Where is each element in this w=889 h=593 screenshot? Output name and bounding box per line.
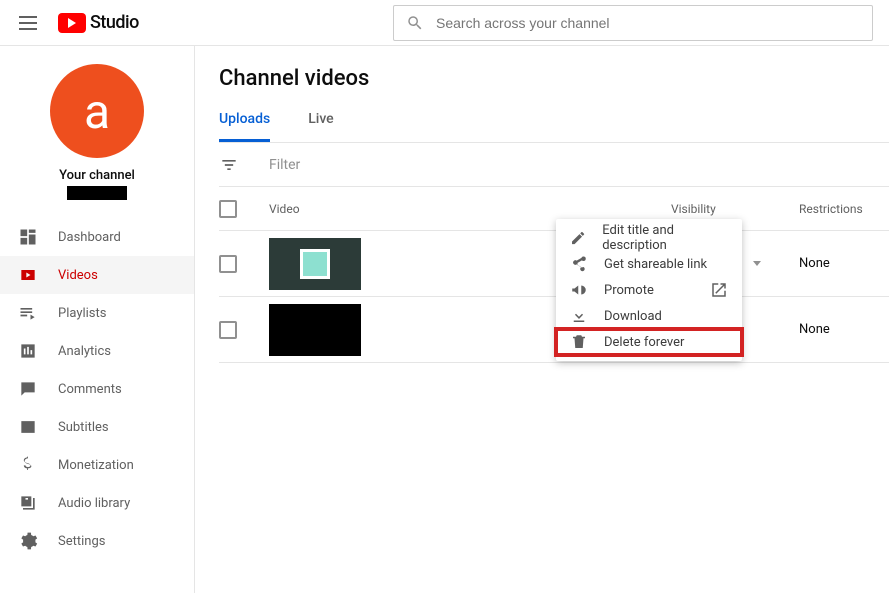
your-channel-label: Your channel xyxy=(59,168,135,183)
search-icon xyxy=(406,14,424,32)
column-visibility: Visibility xyxy=(671,202,799,216)
pencil-icon xyxy=(570,229,586,247)
logo-text: Studio xyxy=(90,12,139,33)
external-link-icon xyxy=(710,281,728,299)
menu-delete-forever[interactable]: Delete forever xyxy=(556,329,742,355)
dollar-icon xyxy=(18,455,38,475)
youtube-icon xyxy=(58,13,86,33)
video-context-menu: Edit title and description Get shareable… xyxy=(556,219,742,361)
nav-analytics[interactable]: Analytics xyxy=(0,332,194,370)
nav-audio-library[interactable]: Audio library xyxy=(0,484,194,522)
row-checkbox[interactable] xyxy=(219,321,237,339)
menu-toggle[interactable] xyxy=(16,11,40,35)
playlists-icon xyxy=(18,303,38,323)
nav-playlists[interactable]: Playlists xyxy=(0,294,194,332)
menu-edit-title[interactable]: Edit title and description xyxy=(556,225,742,251)
tab-uploads[interactable]: Uploads xyxy=(219,111,270,142)
menu-promote[interactable]: Promote xyxy=(556,277,742,303)
nav-videos[interactable]: Videos xyxy=(0,256,194,294)
gear-icon xyxy=(18,531,38,551)
video-thumbnail[interactable] xyxy=(269,304,361,356)
nav-subtitles[interactable]: Subtitles xyxy=(0,408,194,446)
restrictions-value: None xyxy=(799,322,889,337)
video-row[interactable]: Public None xyxy=(219,231,889,297)
visibility-dropdown-icon[interactable] xyxy=(753,261,761,266)
comments-icon xyxy=(18,379,38,399)
filter-icon[interactable] xyxy=(219,155,239,175)
dashboard-icon xyxy=(18,227,38,247)
menu-shareable-link[interactable]: Get shareable link xyxy=(556,251,742,277)
page-title: Channel videos xyxy=(219,66,889,91)
videos-icon xyxy=(18,265,38,285)
download-icon xyxy=(570,307,588,325)
audio-library-icon xyxy=(18,493,38,513)
filter-label[interactable]: Filter xyxy=(269,157,300,173)
channel-avatar[interactable]: a xyxy=(50,64,144,158)
nav-dashboard[interactable]: Dashboard xyxy=(0,218,194,256)
megaphone-icon xyxy=(570,281,588,299)
video-row[interactable]: Private None xyxy=(219,297,889,363)
video-thumbnail[interactable] xyxy=(269,238,361,290)
subtitles-icon xyxy=(18,417,38,437)
share-icon xyxy=(570,255,588,273)
select-all-checkbox[interactable] xyxy=(219,200,237,218)
nav-monetization[interactable]: Monetization xyxy=(0,446,194,484)
nav-settings[interactable]: Settings xyxy=(0,522,194,560)
search-bar[interactable] xyxy=(393,5,873,41)
menu-download[interactable]: Download xyxy=(556,303,742,329)
trash-icon xyxy=(570,333,588,351)
nav-comments[interactable]: Comments xyxy=(0,370,194,408)
column-video: Video xyxy=(269,202,671,216)
search-input[interactable] xyxy=(436,15,860,31)
row-checkbox[interactable] xyxy=(219,255,237,273)
analytics-icon xyxy=(18,341,38,361)
studio-logo[interactable]: Studio xyxy=(58,12,139,33)
restrictions-value: None xyxy=(799,256,889,271)
channel-name-redacted xyxy=(67,186,127,200)
column-restrictions: Restrictions xyxy=(799,202,889,216)
tab-live[interactable]: Live xyxy=(308,111,333,142)
